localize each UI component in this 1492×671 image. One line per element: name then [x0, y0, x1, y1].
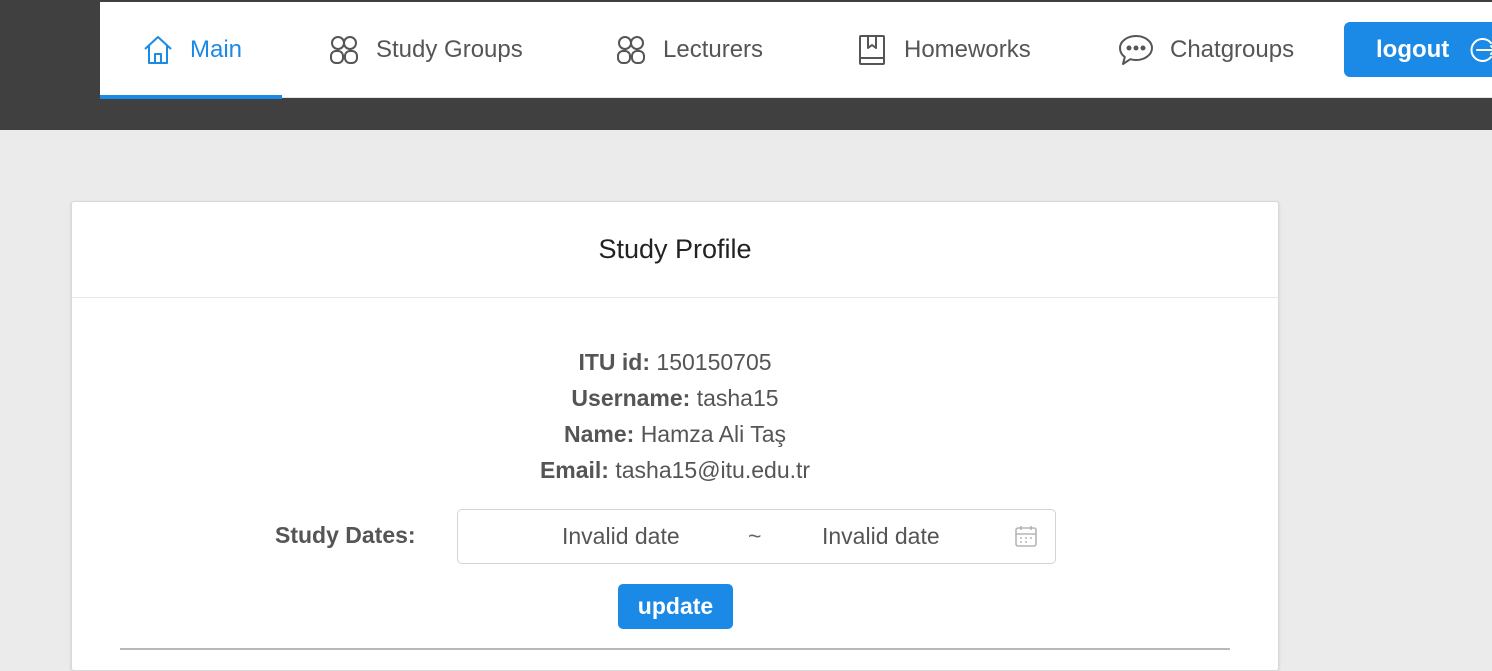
study-dates-label: Study Dates: [275, 522, 416, 548]
email-row: Email: tasha15@itu.edu.tr [72, 452, 1278, 488]
date-range-separator: ~ [748, 523, 762, 549]
date-end-input[interactable]: Invalid date [822, 523, 940, 550]
book-icon [856, 34, 888, 66]
users-icon [615, 34, 647, 66]
nav-study-groups[interactable]: Study Groups [328, 2, 523, 98]
nav-homeworks[interactable]: Homeworks [856, 2, 1031, 98]
nav-lecturers-label: Lecturers [663, 36, 764, 63]
username-label: Username: [571, 385, 691, 411]
nav-main[interactable]: Main [99, 2, 283, 99]
home-icon [142, 34, 174, 66]
logout-icon [1467, 35, 1492, 65]
update-button[interactable]: update [618, 584, 733, 629]
chat-bubble-icon [1118, 34, 1154, 66]
main-navigation: Main Study Groups Lecturers Homeworks Ch… [99, 2, 1492, 99]
itu-id-row: ITU id: 150150705 [72, 344, 1278, 380]
divider [120, 648, 1230, 650]
nav-study-groups-label: Study Groups [376, 36, 523, 63]
nav-main-label: Main [190, 36, 243, 63]
nav-lecturers[interactable]: Lecturers [615, 2, 763, 98]
itu-id-value: 150150705 [656, 349, 772, 375]
date-start-input[interactable]: Invalid date [562, 523, 680, 550]
name-value: Hamza Ali Taş [640, 421, 786, 447]
card-title: Study Profile [72, 202, 1278, 298]
email-label: Email: [539, 457, 609, 483]
nav-chatgroups[interactable]: Chatgroups [1118, 2, 1294, 98]
name-row: Name: Hamza Ali Taş [72, 416, 1278, 452]
profile-info: ITU id: 150150705 Username: tasha15 Name… [72, 344, 1278, 488]
username-value: tasha15 [696, 385, 779, 411]
study-dates-range-picker[interactable]: Invalid date ~ Invalid date [457, 509, 1056, 564]
itu-id-label: ITU id: [578, 349, 651, 375]
nav-chatgroups-label: Chatgroups [1170, 36, 1295, 63]
nav-homeworks-label: Homeworks [904, 36, 1031, 63]
logout-label: logout [1376, 35, 1450, 63]
logout-button[interactable]: logout [1344, 22, 1492, 77]
email-value: tasha15@itu.edu.tr [615, 457, 811, 483]
username-row: Username: tasha15 [72, 380, 1278, 416]
users-icon [328, 34, 360, 66]
name-label: Name: [563, 421, 635, 447]
study-profile-card: Study Profile ITU id: 150150705 Username… [71, 201, 1279, 671]
calendar-icon[interactable] [1014, 524, 1038, 548]
